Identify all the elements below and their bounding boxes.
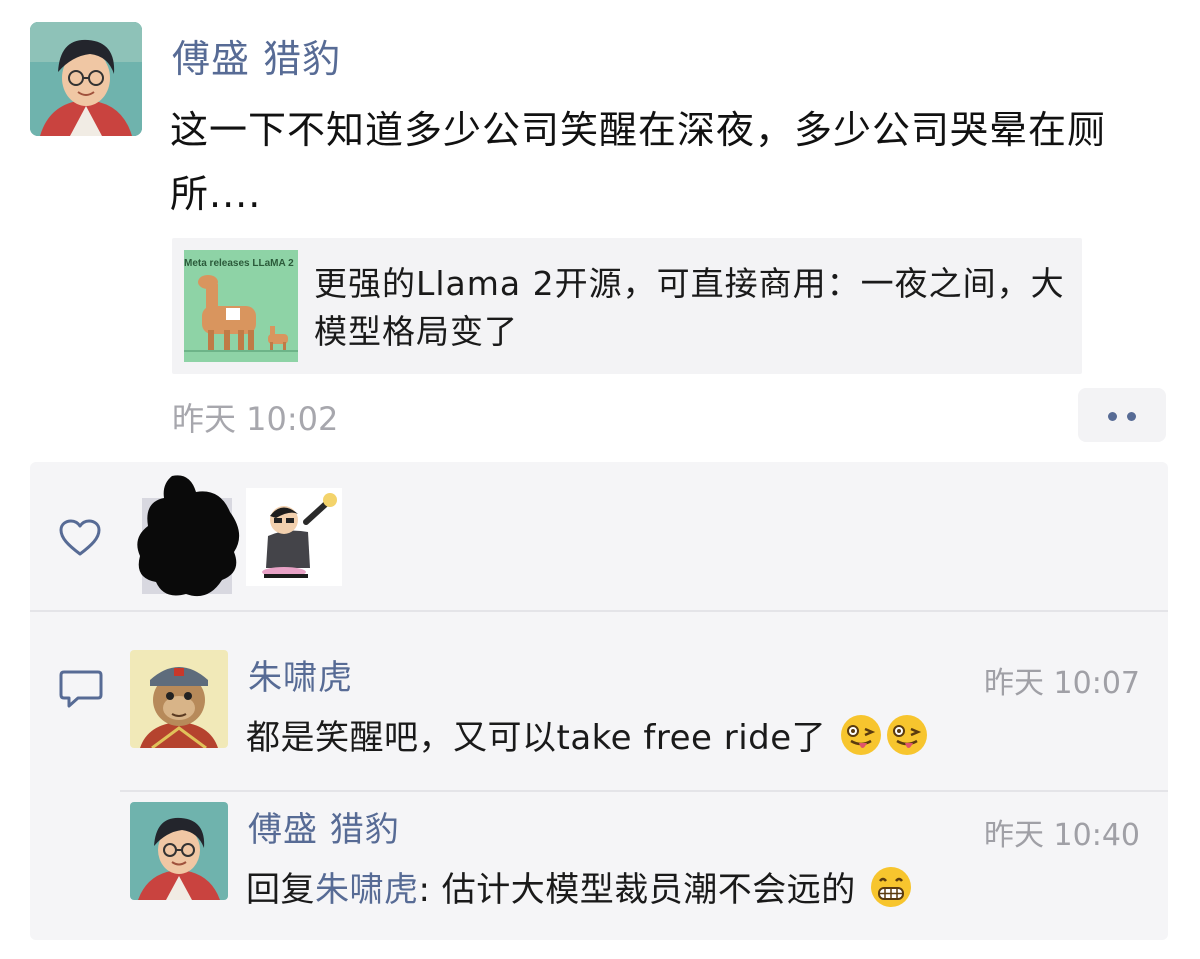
post-timestamp: 昨天 10:02 bbox=[172, 400, 339, 438]
comment-body: : 估计大模型裁员潮不会远的 bbox=[418, 870, 856, 910]
comment-item[interactable]: 傅盛 猎豹 昨天 10:40 回复朱啸虎: 估计大模型裁员潮不会远的 bbox=[130, 802, 1140, 912]
liker-avatar[interactable] bbox=[246, 488, 342, 586]
comment-divider bbox=[120, 790, 1168, 792]
comment-time: 昨天 10:07 bbox=[984, 666, 1140, 701]
comment-time: 昨天 10:40 bbox=[984, 818, 1140, 853]
tongue-wink-emoji bbox=[841, 715, 882, 755]
moments-post: 傅盛 猎豹 这一下不知道多少公司笑醒在深夜，多少公司哭晕在厕所.... Meta… bbox=[0, 0, 1200, 959]
comment-item[interactable]: 朱啸虎 昨天 10:07 都是笑醒吧，又可以take free ride了 bbox=[130, 650, 1140, 760]
comment-body: 都是笑醒吧，又可以take free ride了 bbox=[246, 718, 827, 758]
interaction-panel: 朱啸虎 昨天 10:07 都是笑醒吧，又可以take free ride了 傅盛… bbox=[30, 462, 1168, 940]
author-name[interactable]: 傅盛 猎豹 bbox=[172, 28, 341, 83]
comment-icon bbox=[59, 670, 103, 708]
author-avatar[interactable] bbox=[30, 22, 142, 136]
likes-row bbox=[30, 462, 1168, 610]
commenter-avatar[interactable] bbox=[130, 802, 228, 900]
comment-text: 都是笑醒吧，又可以take free ride了 bbox=[246, 710, 929, 759]
link-card[interactable]: Meta releases LLaMA 2 更强的Llama 2开源，可直接商用… bbox=[172, 238, 1082, 374]
more-options-button[interactable] bbox=[1078, 388, 1166, 442]
grin-emoji bbox=[871, 867, 912, 907]
post-text: 这一下不知道多少公司笑醒在深夜，多少公司哭晕在厕所.... bbox=[170, 108, 1107, 216]
commenter-avatar[interactable] bbox=[130, 650, 228, 748]
reply-to-name[interactable]: 朱啸虎 bbox=[315, 870, 419, 910]
liker-avatar-redacted[interactable] bbox=[134, 472, 244, 602]
link-thumbnail: Meta releases LLaMA 2 bbox=[184, 250, 298, 362]
commenter-name[interactable]: 朱啸虎 bbox=[248, 650, 353, 699]
comment-text: 回复朱啸虎: 估计大模型裁员潮不会远的 bbox=[246, 862, 913, 911]
link-title: 更强的Llama 2开源，可直接商用：一夜之间，大模型格局变了 bbox=[314, 264, 1065, 351]
heart-icon bbox=[59, 519, 101, 556]
commenter-name[interactable]: 傅盛 猎豹 bbox=[248, 802, 400, 851]
tongue-wink-emoji bbox=[887, 715, 928, 755]
reply-prefix: 回复 bbox=[246, 870, 315, 910]
likes-divider bbox=[30, 610, 1168, 612]
